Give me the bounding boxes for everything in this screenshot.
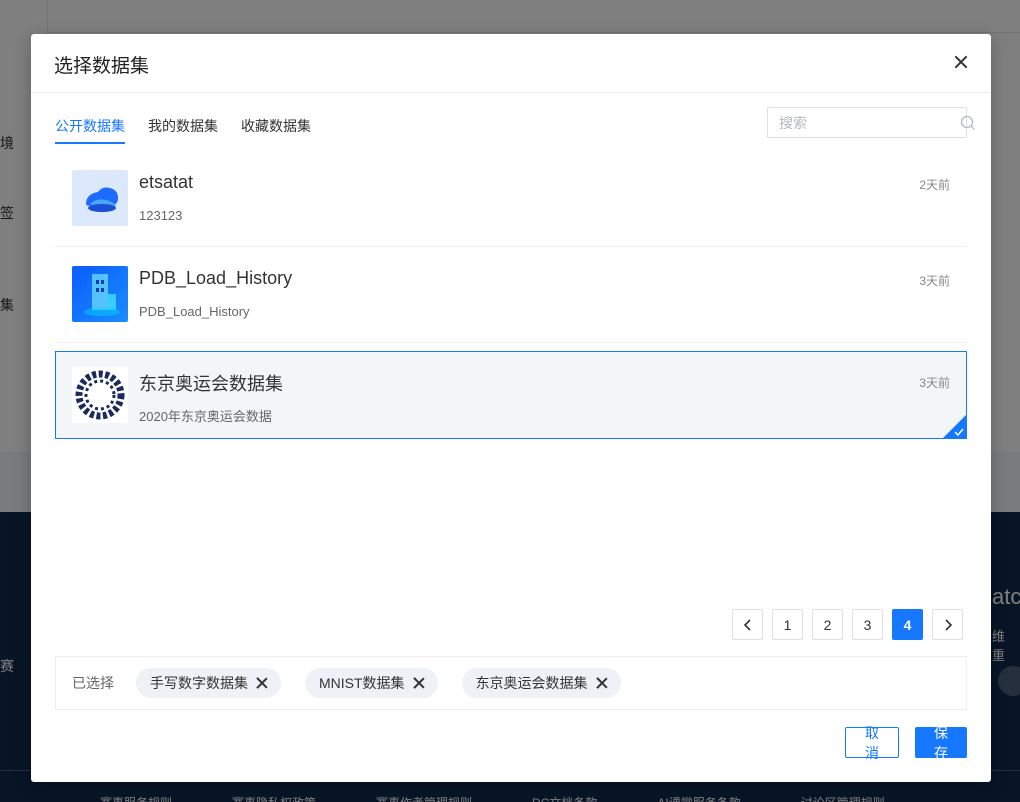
dataset-tabs: 公开数据集 我的数据集 收藏数据集: [55, 116, 311, 144]
dataset-item[interactable]: PDB_Load_History PDB_Load_History 3天前: [55, 255, 967, 343]
page-button-1[interactable]: 1: [772, 609, 803, 640]
dataset-time: 2天前: [919, 178, 950, 192]
search-input[interactable]: [768, 108, 960, 137]
dataset-item-selected[interactable]: 东京奥运会数据集 2020年东京奥运会数据 3天前: [55, 351, 967, 439]
search-box: [767, 107, 975, 138]
prev-page-button[interactable]: [732, 609, 763, 640]
close-icon[interactable]: [951, 52, 971, 72]
selected-chip: 手写数字数据集: [136, 668, 281, 698]
cloud-icon: [72, 170, 128, 226]
dataset-subtitle: 123123: [139, 208, 183, 223]
save-button[interactable]: 保存: [915, 725, 967, 761]
chip-label: MNIST数据集: [319, 675, 405, 691]
selected-label: 已选择: [72, 675, 114, 691]
search-icon[interactable]: [960, 108, 976, 137]
dataset-item[interactable]: etsatat 123123 2天前: [55, 159, 967, 247]
tab-my-datasets[interactable]: 我的数据集: [148, 116, 218, 144]
close-icon[interactable]: [412, 676, 426, 690]
dataset-title: 东京奥运会数据集: [139, 374, 283, 394]
select-dataset-modal: 选择数据集 公开数据集 我的数据集 收藏数据集 搜索 etsatat 12312…: [31, 34, 991, 782]
tab-public-datasets[interactable]: 公开数据集: [55, 116, 125, 144]
tab-favorite-datasets[interactable]: 收藏数据集: [241, 116, 311, 144]
dataset-title: etsatat: [139, 172, 194, 192]
selected-chip: 东京奥运会数据集: [461, 668, 621, 698]
next-page-button[interactable]: [932, 609, 963, 640]
dataset-time: 3天前: [919, 274, 950, 288]
chevron-left-icon: [743, 618, 751, 631]
chevron-right-icon: [944, 618, 952, 631]
dataset-subtitle: 2020年东京奥运会数据: [139, 409, 272, 424]
chip-label: 手写数字数据集: [150, 675, 248, 691]
building-icon: [72, 266, 128, 322]
close-icon[interactable]: [255, 676, 269, 690]
modal-header: 选择数据集: [31, 34, 991, 93]
page-button-4[interactable]: 4: [892, 609, 923, 640]
pagination: 1 2 3 4: [732, 609, 963, 640]
dataset-list: etsatat 123123 2天前 PDB_Load_History PDB_…: [55, 159, 967, 447]
page-button-2[interactable]: 2: [812, 609, 843, 640]
dataset-time: 3天前: [919, 376, 950, 390]
page-button-3[interactable]: 3: [852, 609, 883, 640]
selected-chip: MNIST数据集: [305, 668, 438, 698]
chip-label: 东京奥运会数据集: [475, 675, 588, 691]
selected-datasets-bar: 已选择 手写数字数据集 MNIST数据集 东京奥运会数据集: [55, 656, 967, 710]
check-icon: [942, 414, 966, 438]
dataset-subtitle: PDB_Load_History: [139, 304, 250, 319]
modal-title: 选择数据集: [54, 56, 150, 77]
close-icon[interactable]: [595, 676, 609, 690]
olympic-ring-icon: [72, 367, 128, 423]
cancel-button[interactable]: 取消: [845, 725, 899, 761]
dataset-title: PDB_Load_History: [139, 268, 293, 288]
